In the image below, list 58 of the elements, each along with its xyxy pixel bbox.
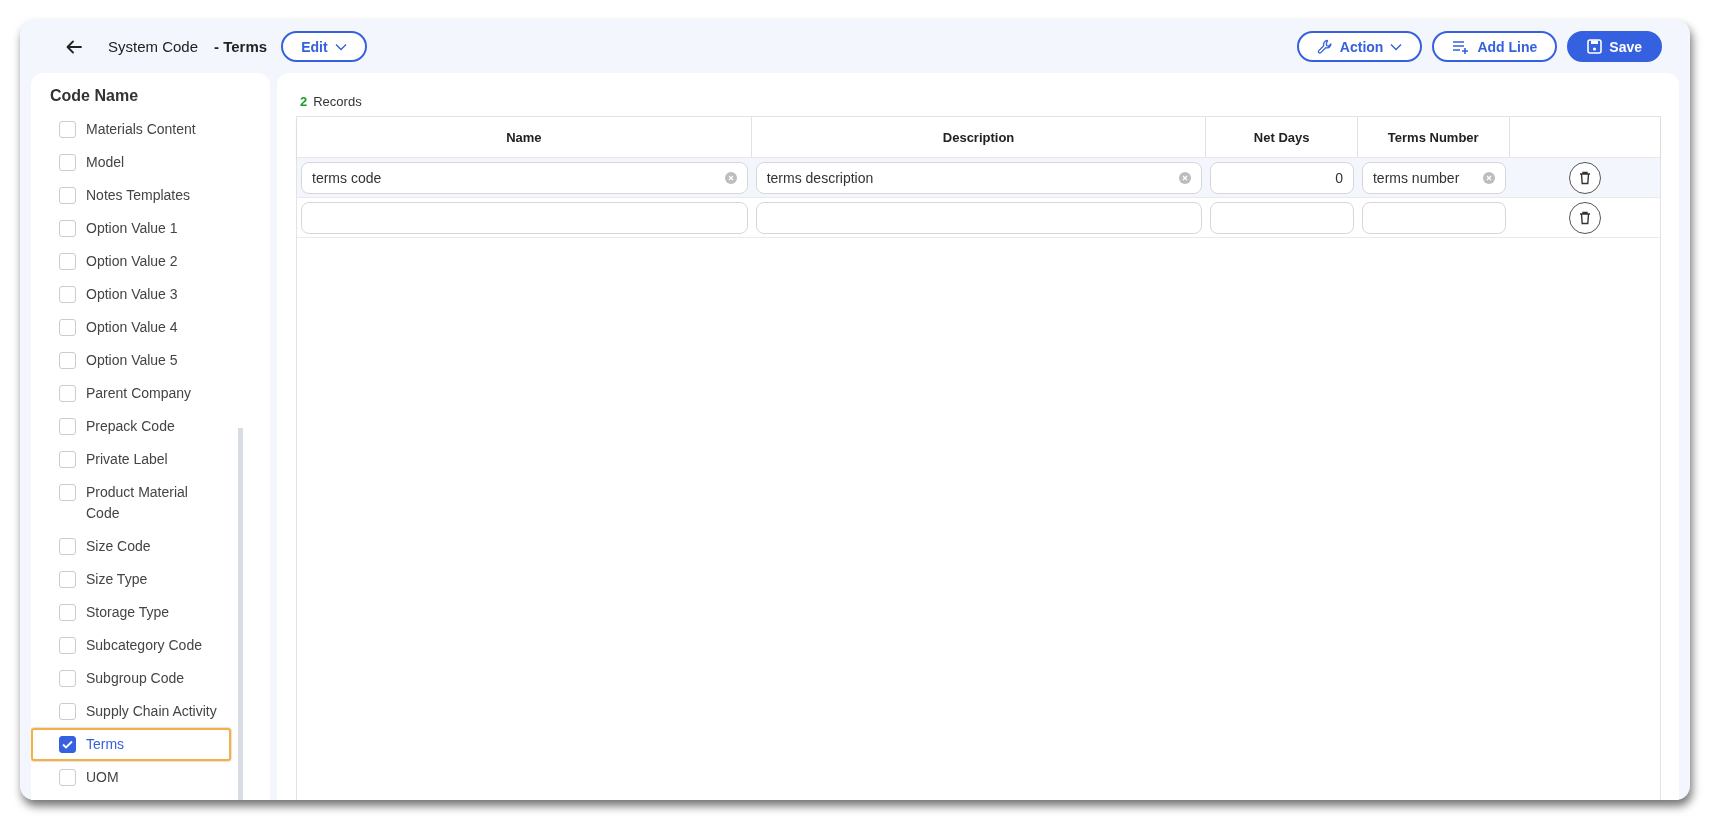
trash-icon xyxy=(1578,170,1591,185)
save-icon xyxy=(1587,39,1603,54)
page-subtitle: - Terms xyxy=(214,38,268,55)
clear-icon[interactable] xyxy=(1482,171,1495,184)
code-list-item[interactable]: Subcategory Code xyxy=(31,629,231,662)
column-header: Terms Number xyxy=(1357,117,1510,157)
action-button[interactable]: Action xyxy=(1296,31,1423,62)
code-list-item[interactable]: Model xyxy=(31,146,231,179)
code-list-item[interactable]: Notes Templates xyxy=(31,179,231,212)
delete-button[interactable] xyxy=(1568,201,1601,234)
code-list-item[interactable]: Size Code xyxy=(31,530,231,563)
caret-icon xyxy=(334,42,347,51)
add-list-icon xyxy=(1452,39,1471,54)
page-title: System Code xyxy=(108,38,199,55)
clear-icon[interactable] xyxy=(724,171,737,184)
column-header: Name xyxy=(297,117,752,157)
code-list-item[interactable]: Private Label xyxy=(31,443,231,476)
input-field[interactable] xyxy=(1210,201,1354,234)
trash-icon xyxy=(1578,210,1591,225)
code-list-item[interactable]: Option Value 3 xyxy=(31,278,231,311)
input-field[interactable]: terms code xyxy=(301,161,748,194)
record-count: 2 xyxy=(300,94,308,109)
action-button[interactable]: Add Line xyxy=(1432,31,1558,62)
input-field[interactable] xyxy=(301,201,748,234)
records-label: Records xyxy=(313,94,362,109)
code-list-item[interactable]: Option Value 4 xyxy=(31,311,231,344)
caret-icon xyxy=(1390,42,1403,51)
code-list-item[interactable]: Size Type xyxy=(31,563,231,596)
code-list-item[interactable]: Materials Content xyxy=(31,113,231,146)
code-list-item[interactable]: Option Value 5 xyxy=(31,344,231,377)
input-field[interactable]: 0 xyxy=(1210,161,1354,194)
wrench-icon xyxy=(1316,38,1333,55)
code-list-item[interactable]: Supply Chain Activity xyxy=(31,695,231,728)
checkbox[interactable] xyxy=(59,736,76,753)
code-list-item[interactable]: Storage Type xyxy=(31,596,231,629)
column-header: Description xyxy=(751,117,1207,157)
code-list-item[interactable]: UOM xyxy=(31,761,231,794)
back-arrow-icon xyxy=(66,39,82,54)
code-list-item[interactable]: Parent Company xyxy=(31,377,231,410)
input-field[interactable] xyxy=(755,201,1203,234)
table-row[interactable]: terms code terms description 0 terms number xyxy=(297,158,1660,198)
column-header: Net Days xyxy=(1206,117,1358,157)
code-list-item[interactable]: Option Value 1 xyxy=(31,212,231,245)
save-button[interactable]: Save xyxy=(1567,31,1662,62)
code-list-item[interactable]: Option Value 2 xyxy=(31,245,231,278)
code-list-item[interactable]: Product Material Code xyxy=(31,476,231,530)
input-field[interactable]: terms description xyxy=(755,161,1203,194)
code-list-item[interactable]: Prepack Code xyxy=(31,410,231,443)
clear-icon[interactable] xyxy=(1179,171,1192,184)
checkmark-icon xyxy=(62,740,73,749)
edit-button[interactable]: Edit xyxy=(281,31,367,62)
input-field[interactable]: terms number xyxy=(1361,161,1506,194)
sidebar-title: Code Name xyxy=(49,86,140,106)
scrollbar-thumb[interactable] xyxy=(238,428,243,800)
input-field[interactable] xyxy=(1361,201,1506,234)
delete-button[interactable] xyxy=(1568,161,1601,194)
code-list-item[interactable]: Terms xyxy=(31,728,231,761)
code-list-item[interactable]: Subgroup Code xyxy=(31,662,231,695)
